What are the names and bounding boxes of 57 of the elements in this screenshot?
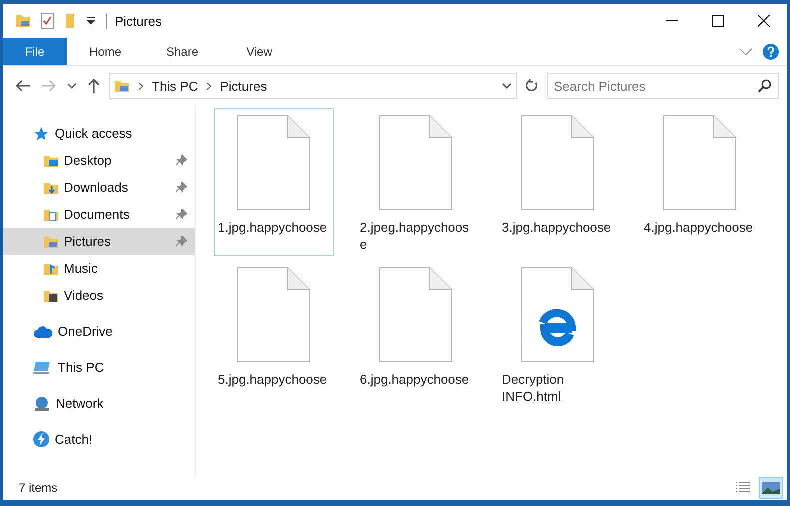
sidebar-item[interactable]: This PC — [3, 354, 195, 381]
pin-icon — [176, 236, 187, 247]
sidebar-item[interactable]: Network — [3, 390, 195, 417]
breadcrumb[interactable]: Pictures — [220, 78, 268, 94]
catch-icon — [33, 431, 50, 448]
blank-document-icon — [521, 115, 595, 211]
file-item[interactable]: 5.jpg.happychoose — [214, 260, 334, 408]
details-list-icon — [735, 482, 751, 494]
maximize-icon — [712, 15, 724, 27]
cloud-icon — [33, 324, 53, 338]
blank-document-icon — [379, 267, 453, 363]
pin-icon — [176, 155, 187, 166]
search-icon — [758, 79, 772, 93]
minimize-icon — [666, 20, 678, 22]
sidebar-item[interactable]: Desktop — [3, 147, 195, 174]
file-item[interactable]: 6.jpg.happychoose — [356, 260, 476, 408]
ribbon-tab[interactable]: File — [3, 38, 67, 65]
chevron-right-icon — [206, 82, 212, 90]
sidebar-item[interactable]: OneDrive — [3, 318, 195, 345]
star-icon — [33, 126, 50, 142]
close-icon — [758, 15, 770, 27]
sidebar-item[interactable]: Pictures — [3, 228, 195, 255]
search-field[interactable]: Search Pictures — [547, 73, 779, 99]
help-icon[interactable] — [763, 44, 779, 60]
folder-icon — [15, 13, 31, 29]
sidebar-item[interactable]: Downloads — [3, 174, 195, 201]
breadcrumb[interactable]: This PC — [152, 78, 198, 94]
landscape-icon — [762, 482, 780, 494]
sidebar-item[interactable]: Music — [3, 255, 195, 282]
sidebar-item[interactable]: Documents — [3, 201, 195, 228]
folder-icon — [114, 78, 130, 94]
blank-document-icon — [237, 115, 311, 211]
blank-document-icon — [237, 267, 311, 363]
sidebar-item[interactable]: Videos — [3, 282, 195, 309]
caret-icon[interactable] — [86, 17, 96, 25]
address-bar[interactable]: This PC Pictures — [109, 73, 517, 99]
chevron-down-icon[interactable] — [502, 82, 512, 90]
file-item[interactable]: 2.jpeg.happychoose — [356, 108, 476, 256]
network-icon — [33, 396, 51, 412]
sidebar-item[interactable]: Quick access — [3, 120, 195, 147]
pin-icon — [176, 182, 187, 193]
edge-document-icon — [521, 267, 595, 363]
window-title: Pictures — [106, 14, 162, 28]
large-icons-view-button[interactable] — [759, 477, 783, 499]
file-item[interactable]: Decryption INFO.html — [498, 260, 618, 408]
file-item[interactable]: 4.jpg.happychoose — [640, 108, 760, 256]
item-count: 7 items — [19, 481, 58, 495]
file-item[interactable]: 1.jpg.happychoose — [214, 108, 334, 256]
file-item[interactable]: 3.jpg.happychoose — [498, 108, 618, 256]
blank-document-icon — [379, 115, 453, 211]
pin-icon — [176, 209, 187, 220]
blank-document-icon — [663, 115, 737, 211]
sidebar-item[interactable]: Catch! — [3, 426, 195, 453]
chevron-right-icon — [138, 82, 144, 90]
chevron-down-icon — [67, 82, 77, 90]
computer-icon — [33, 360, 53, 376]
properties-icon[interactable] — [41, 13, 54, 29]
